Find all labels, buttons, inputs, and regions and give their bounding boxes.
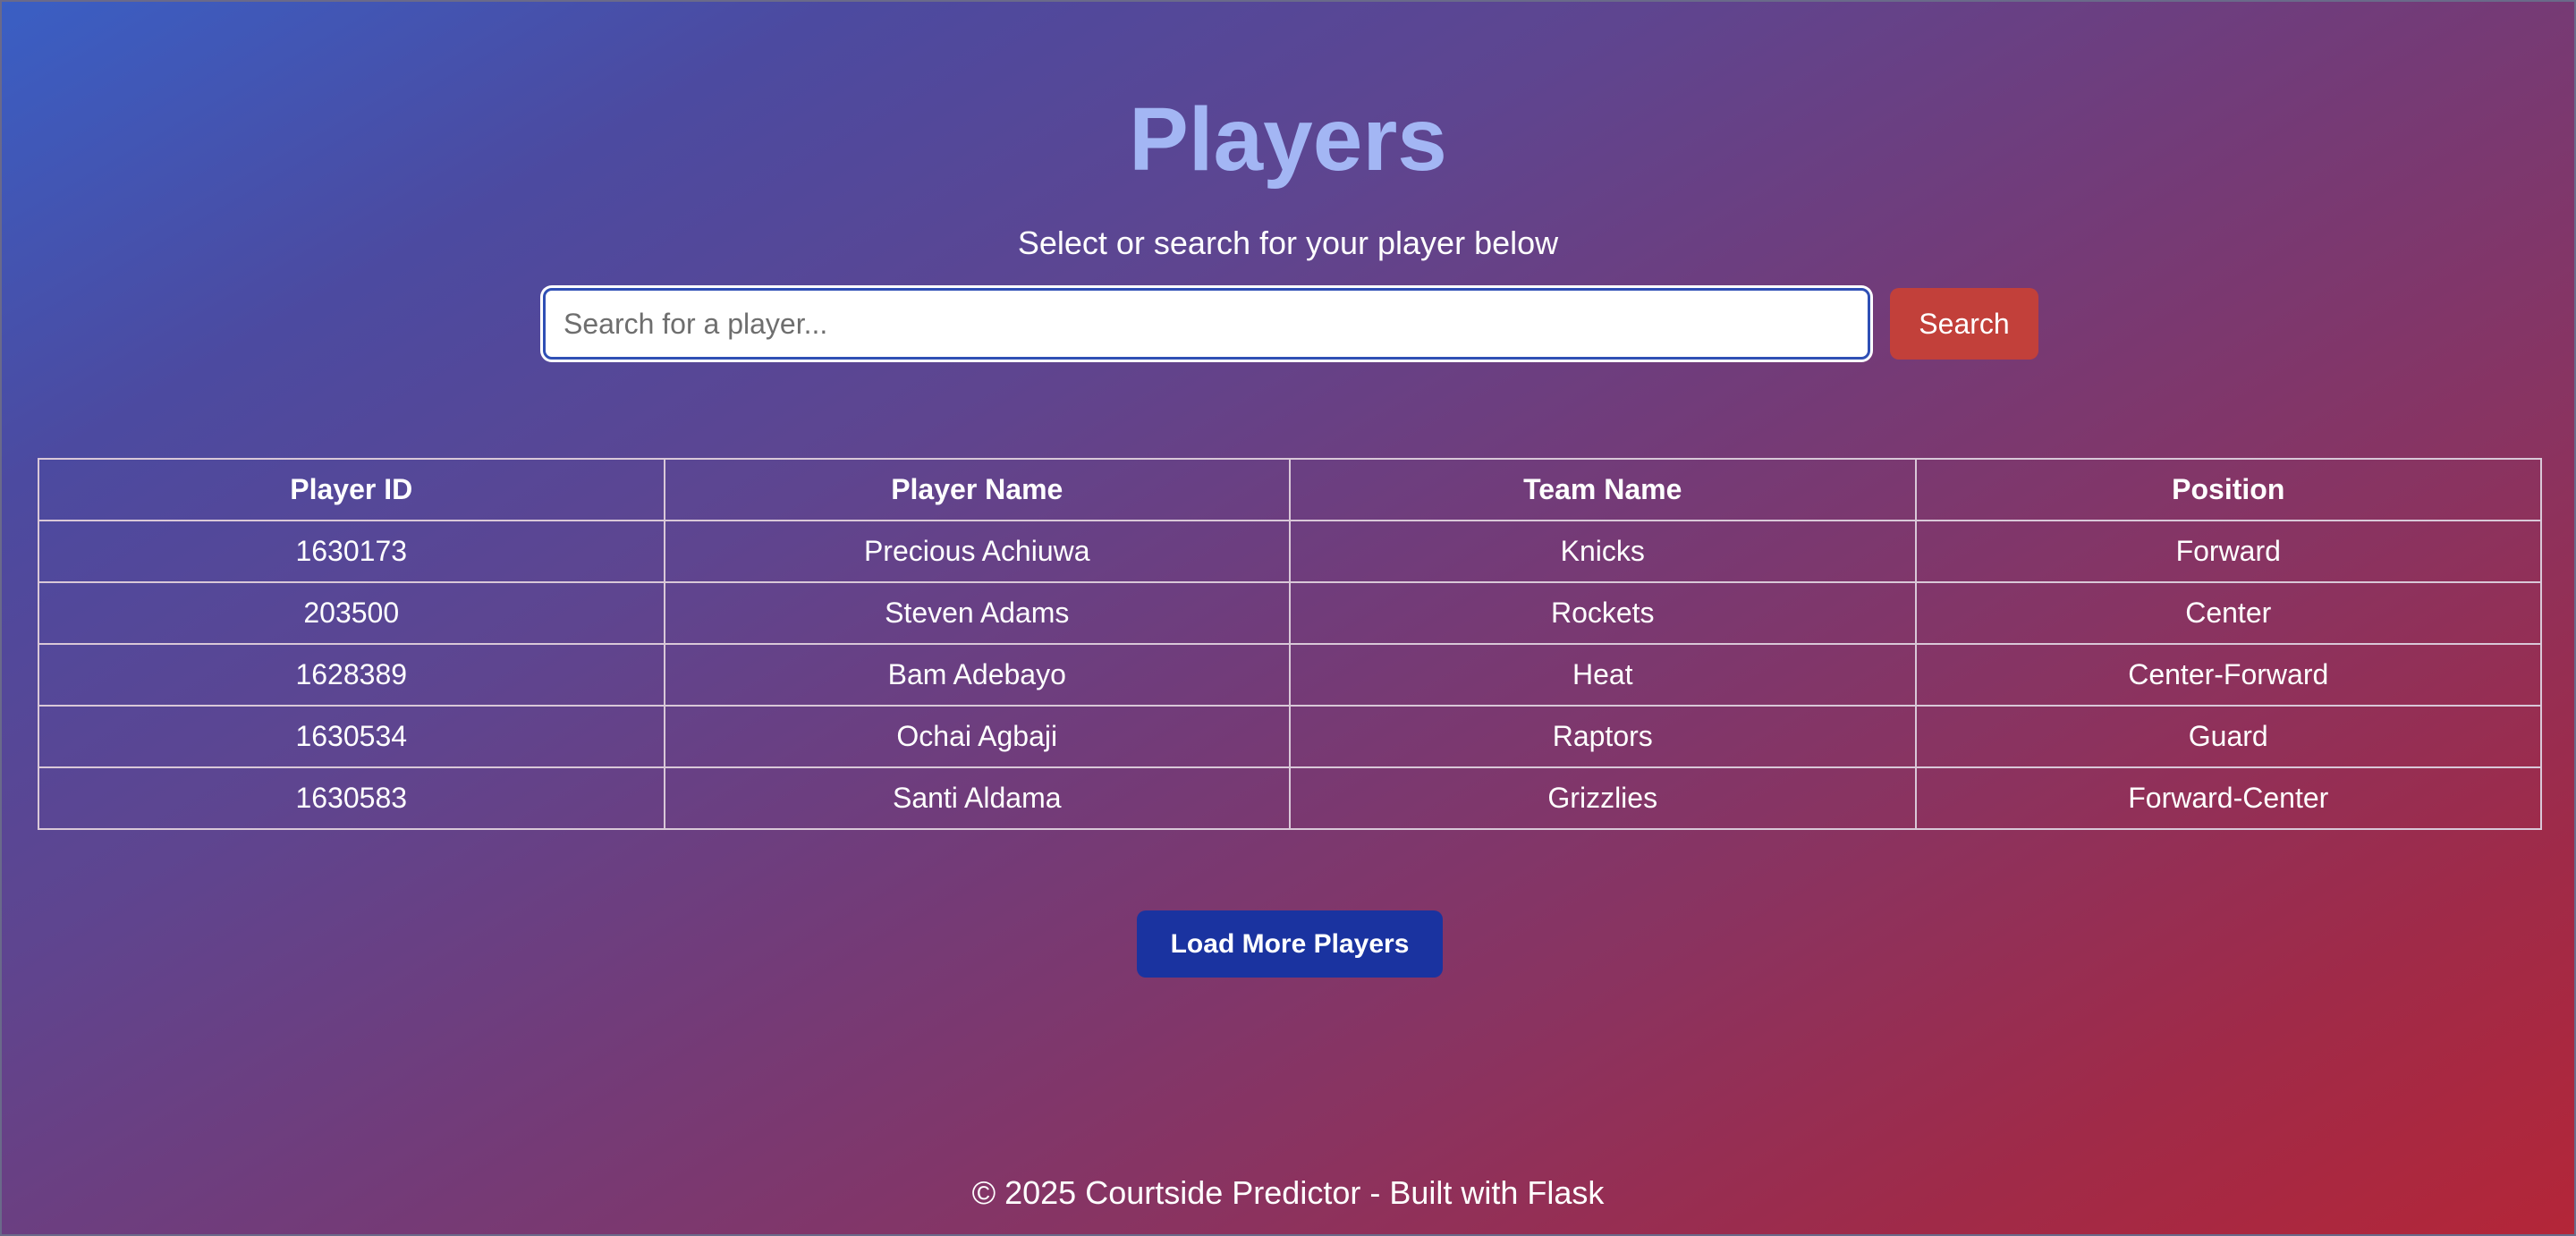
cell-team-name: Heat <box>1289 643 1917 707</box>
page-title: Players <box>1129 89 1447 190</box>
cell-player-id: 1630173 <box>38 520 665 583</box>
cell-team-name: Raptors <box>1289 705 1917 768</box>
table-row: 1630173 Precious Achiuwa Knicks Forward <box>38 520 2542 583</box>
players-table: Player ID Player Name Team Name Position… <box>38 458 2542 830</box>
cell-player-id: 1630583 <box>38 766 665 830</box>
cell-player-name: Precious Achiuwa <box>663 520 1291 583</box>
search-input[interactable] <box>543 288 1870 360</box>
cell-team-name: Knicks <box>1289 520 1917 583</box>
table-row: 1630534 Ochai Agbaji Raptors Guard <box>38 705 2542 768</box>
footer-text: © 2025 Courtside Predictor - Built with … <box>971 1174 1605 1211</box>
table-header-row: Player ID Player Name Team Name Position <box>38 458 2542 521</box>
table-row: 1630583 Santi Aldama Grizzlies Forward-C… <box>38 766 2542 830</box>
search-button[interactable]: Search <box>1890 288 2038 360</box>
load-more-players-button[interactable]: Load More Players <box>1137 910 1443 978</box>
column-header-team-name: Team Name <box>1289 458 1917 521</box>
cell-position: Center <box>1914 581 2542 645</box>
page-subtitle: Select or search for your player below <box>1017 224 1559 261</box>
cell-player-name: Bam Adebayo <box>663 643 1291 707</box>
cell-player-name: Santi Aldama <box>663 766 1291 830</box>
cell-player-id: 203500 <box>38 581 665 645</box>
table-row: 1628389 Bam Adebayo Heat Center-Forward <box>38 643 2542 707</box>
table-row: 203500 Steven Adams Rockets Center <box>38 581 2542 645</box>
cell-position: Forward-Center <box>1914 766 2542 830</box>
cell-position: Forward <box>1914 520 2542 583</box>
column-header-player-id: Player ID <box>38 458 665 521</box>
column-header-position: Position <box>1914 458 2542 521</box>
cell-player-id: 1630534 <box>38 705 665 768</box>
cell-team-name: Rockets <box>1289 581 1917 645</box>
cell-player-id: 1628389 <box>38 643 665 707</box>
cell-position: Center-Forward <box>1914 643 2542 707</box>
cell-team-name: Grizzlies <box>1289 766 1917 830</box>
cell-player-name: Steven Adams <box>663 581 1291 645</box>
cell-player-name: Ochai Agbaji <box>663 705 1291 768</box>
cell-position: Guard <box>1914 705 2542 768</box>
search-bar: Search <box>543 288 2038 360</box>
column-header-player-name: Player Name <box>663 458 1291 521</box>
